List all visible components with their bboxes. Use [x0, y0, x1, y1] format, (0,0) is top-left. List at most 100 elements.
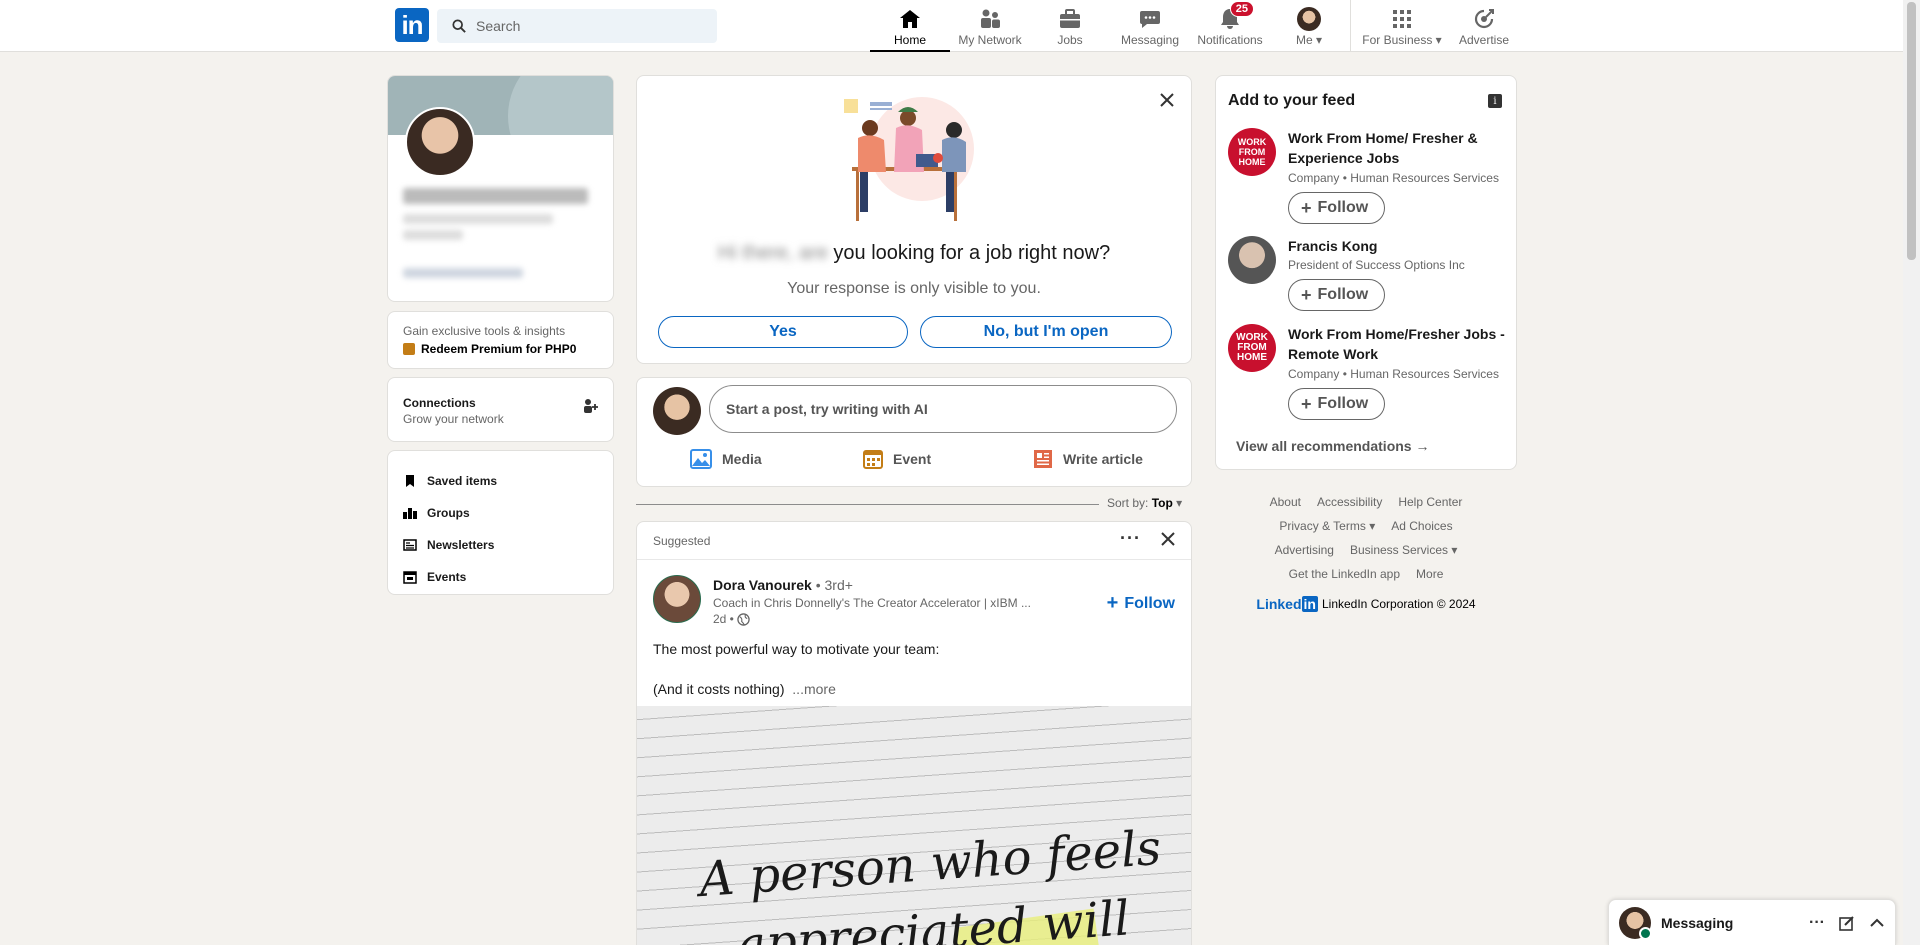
nav-label: Me ▾	[1295, 33, 1323, 47]
footer-link[interactable]: Advertising	[1275, 543, 1334, 557]
chevron-up-icon[interactable]	[1869, 915, 1885, 931]
bookmark-icon	[406, 475, 414, 487]
footer-link[interactable]: More	[1416, 567, 1443, 581]
bell-icon: 25	[1218, 1, 1254, 31]
company-logo[interactable]: WORK FROM HOME	[1228, 128, 1276, 176]
search-placeholder: Search	[476, 18, 521, 34]
page-scrollbar[interactable]	[1903, 0, 1920, 945]
add-to-feed-title: Add to your feed	[1228, 92, 1356, 109]
more-options-icon[interactable]: ···	[1120, 528, 1141, 549]
nav-notifications[interactable]: 25 Notifications	[1193, 0, 1267, 52]
nav-home[interactable]: Home	[870, 0, 950, 52]
author-name[interactable]: Dora Vanourek • 3rd+	[713, 577, 853, 593]
network-icon	[978, 7, 1002, 31]
nav-messaging[interactable]: Messaging	[1118, 0, 1182, 52]
follow-button[interactable]: + Follow	[1107, 592, 1175, 615]
plus-icon: +	[1301, 197, 1312, 218]
add-to-feed-card: Add to your feed i WORK FROM HOME Work F…	[1215, 75, 1517, 470]
newsletter-icon	[403, 539, 417, 551]
arrow-right-icon: →	[1415, 438, 1430, 454]
compose-icon[interactable]	[1839, 915, 1855, 931]
footer-link[interactable]: Help Center	[1398, 495, 1462, 509]
close-icon[interactable]	[1161, 532, 1175, 549]
plus-icon: +	[1106, 592, 1119, 614]
sort-by-control[interactable]: Sort by: Top ▾	[636, 496, 1192, 512]
image-icon	[690, 449, 712, 469]
plus-icon: +	[1301, 393, 1312, 414]
profile-avatar[interactable]	[405, 107, 475, 177]
follow-button[interactable]: + Follow	[1288, 192, 1386, 224]
nav-advertise[interactable]: Advertise	[1456, 0, 1512, 52]
reco-description: Company • Human Resources Services	[1288, 367, 1499, 381]
follow-button[interactable]: + Follow	[1288, 279, 1386, 311]
footer-link[interactable]: Accessibility	[1317, 495, 1382, 509]
events-link[interactable]: Events	[403, 561, 598, 593]
post-header: Suggested ···	[637, 522, 1191, 560]
write-article-button[interactable]: Write article	[1033, 449, 1143, 469]
connections-subtitle: Grow your network	[403, 412, 504, 426]
no-but-open-button[interactable]: No, but I'm open	[920, 316, 1172, 348]
add-person-icon	[584, 399, 598, 413]
profile-card[interactable]	[387, 75, 614, 302]
follow-button[interactable]: + Follow	[1288, 388, 1386, 420]
view-all-recommendations-link[interactable]: View all recommendations →	[1236, 438, 1429, 454]
footer-link[interactable]: Privacy & Terms ▾	[1279, 519, 1375, 533]
reco-name[interactable]: Work From Home/Fresher Jobs - Remote Wor…	[1288, 324, 1513, 364]
search-input[interactable]: Search	[437, 9, 717, 43]
divider	[636, 504, 1099, 505]
event-button[interactable]: Event	[863, 449, 931, 469]
home-icon	[898, 7, 922, 31]
newsletters-link[interactable]: Newsletters	[403, 529, 598, 561]
reco-name[interactable]: Francis Kong	[1288, 236, 1513, 256]
more-options-icon[interactable]: ···	[1809, 914, 1825, 932]
nav-divider	[1350, 0, 1351, 52]
info-icon[interactable]: i	[1488, 94, 1502, 108]
calendar-icon	[403, 571, 417, 584]
search-icon	[452, 19, 466, 33]
nav-my-network[interactable]: My Network	[952, 0, 1028, 52]
globe-icon	[737, 612, 750, 626]
linkedin-wordmark: Linked in	[1256, 596, 1318, 612]
footer-links: About Accessibility Help Center Privacy …	[1215, 490, 1517, 612]
footer-link[interactable]: About	[1270, 495, 1301, 509]
article-icon	[1034, 450, 1052, 468]
see-more-link[interactable]: ...more	[792, 681, 836, 697]
shortcuts-card: Saved items Groups Newsletters Events	[387, 450, 614, 595]
reco-name[interactable]: Work From Home/ Fresher & Experience Job…	[1288, 128, 1513, 168]
reco-description: President of Success Options Inc	[1288, 258, 1465, 272]
nav-me[interactable]: Me ▾	[1286, 0, 1332, 52]
nav-for-business[interactable]: For Business ▾	[1358, 0, 1446, 52]
connections-card[interactable]: Connections Grow your network	[387, 377, 614, 442]
profile-name-blurred	[403, 188, 588, 204]
scrollbar-thumb[interactable]	[1907, 2, 1916, 260]
saved-items-link[interactable]: Saved items	[403, 465, 598, 497]
yes-button[interactable]: Yes	[658, 316, 908, 348]
grid-icon	[1390, 7, 1414, 31]
profile-link-blurred	[403, 268, 523, 278]
groups-link[interactable]: Groups	[403, 497, 598, 529]
footer-link[interactable]: Business Services ▾	[1350, 543, 1457, 557]
messaging-overlay[interactable]: Messaging ···	[1608, 899, 1896, 945]
avatar[interactable]	[653, 387, 701, 435]
profile-headline-blurred	[403, 230, 463, 240]
avatar	[1619, 906, 1652, 940]
premium-card[interactable]: Gain exclusive tools & insights Redeem P…	[387, 311, 614, 369]
media-button[interactable]: Media	[690, 449, 762, 469]
company-logo[interactable]: WORK FROM HOME	[1228, 324, 1276, 372]
notification-badge: 25	[1229, 1, 1254, 17]
premium-subtitle: Gain exclusive tools & insights	[403, 324, 566, 338]
nav-label: Messaging	[1120, 33, 1180, 47]
footer-link[interactable]: Get the LinkedIn app	[1289, 567, 1400, 581]
author-avatar[interactable]	[653, 575, 701, 623]
footer-brand: Linked in LinkedIn Corporation © 2024	[1215, 596, 1517, 612]
person-avatar[interactable]	[1228, 236, 1276, 284]
linkedin-logo[interactable]: in	[395, 8, 429, 42]
nav-jobs[interactable]: Jobs	[1048, 0, 1092, 52]
close-icon[interactable]	[1155, 88, 1179, 112]
post-image[interactable]: A person who feels appreciated will	[637, 706, 1191, 945]
footer-link[interactable]: Ad Choices	[1391, 519, 1452, 533]
redeem-premium-link[interactable]: Redeem Premium for PHP0	[403, 342, 598, 356]
feed-post: Suggested ··· Dora Vanourek • 3rd+ Coach…	[636, 521, 1192, 945]
start-post-input[interactable]: Start a post, try writing with AI	[709, 385, 1177, 433]
sort-by-label[interactable]: Sort by: Top ▾	[1107, 496, 1182, 510]
